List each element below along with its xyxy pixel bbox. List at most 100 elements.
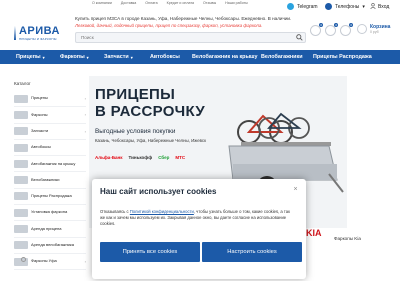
chevron-right-icon: › <box>84 112 86 118</box>
rent-trailer-thumb-icon <box>14 225 28 234</box>
search-icon[interactable] <box>293 33 305 42</box>
catalog-title: Каталог <box>14 81 31 86</box>
header-tagline: Купить прицеп МЗСА в городе Казань, Уфа,… <box>75 16 292 21</box>
catalog-item[interactable]: Аренда прицепа <box>14 221 86 238</box>
catalog-item[interactable]: Прицепы Распродажа <box>14 189 86 206</box>
sale-trailer-thumb-icon <box>14 192 28 201</box>
nav-item-label: Прицепы <box>16 54 41 60</box>
viewed-count: 0 <box>349 23 353 27</box>
nav-item-pricepy[interactable]: Прицепы ▾ <box>16 50 45 64</box>
favorites-icon[interactable]: 0 <box>325 23 338 36</box>
nav-item-label: Велобагажник на крышу <box>192 54 258 60</box>
kia-logo-icon[interactable]: KIA <box>306 228 322 238</box>
bank-logos: Альфа-Банк Тинькофф Сбер МТС <box>95 154 185 161</box>
bank-logo: МТС <box>175 155 186 160</box>
nav-item-roof-rack[interactable]: Велобагажник на крышу <box>192 50 258 64</box>
cookie-modal-title: Наш сайт использует cookies <box>100 187 217 196</box>
search-bar <box>75 32 306 43</box>
banner-title-line1: ПРИЦЕПЫ <box>95 86 176 103</box>
chevron-right-icon: › <box>84 96 86 102</box>
phones-dropdown[interactable]: Телефоны ▾ <box>325 3 365 10</box>
nav-item-label: Автобоксы <box>150 54 180 60</box>
main-nav: Прицепы ▾ Фаркопы ▾ Запчасти ▾ Автобоксы Ве… <box>0 50 400 64</box>
telegram-icon <box>287 3 294 10</box>
top-link[interactable]: Кредит и оплата <box>167 1 194 5</box>
bank-logo: Альфа-Банк <box>95 155 123 160</box>
cart-sum: 0 руб <box>370 30 379 34</box>
catalog-list: Прицепы › Фаркопы › Запчасти › Автобоксы Ав… <box>14 91 86 271</box>
chevron-down-icon: ▾ <box>130 54 133 60</box>
compare-icon[interactable]: 0 <box>310 23 323 36</box>
banner-cities: Казань, Чебоксары, Уфа, Набережные Челны… <box>95 138 207 143</box>
cookie-settings-button[interactable]: Настроить cookies <box>202 242 302 262</box>
top-link[interactable]: Оплата <box>145 1 157 5</box>
catalog-item[interactable]: Запчасти › <box>14 124 86 140</box>
nav-item-label: Запчасти <box>104 54 129 60</box>
catalog-item[interactable]: Велобагажники <box>14 172 86 189</box>
rent-bike-rack-thumb-icon <box>14 241 28 250</box>
privacy-policy-link[interactable]: Политикой конфиденциальности <box>130 209 194 214</box>
viewed-icon[interactable]: 0 <box>340 23 353 36</box>
top-link[interactable]: О компании <box>92 1 112 5</box>
chevron-down-icon: ▾ <box>86 54 89 60</box>
header-tagline-red: Легковой, дачный, лодочный прицепы, приц… <box>75 23 263 28</box>
nav-item-farkopy[interactable]: Фаркопы ▾ <box>60 50 89 64</box>
banner-title: ПРИЦЕПЫ В РАССРОЧКУ <box>95 86 205 120</box>
cookie-modal-text: Отказываясь с Политикой конфиденциальнос… <box>100 209 290 227</box>
chevron-right-icon: › <box>84 259 86 265</box>
logo-mark-icon <box>14 26 16 40</box>
login-link[interactable]: Вход <box>370 3 389 11</box>
compare-count: 0 <box>319 23 323 27</box>
bank-logo: Тинькофф <box>128 155 153 160</box>
logo-name: АРИВА <box>18 24 60 37</box>
top-link[interactable]: Отзывы <box>203 1 216 5</box>
nav-item-zapchasti[interactable]: Запчасти ▾ <box>104 50 133 64</box>
towbar-thumb-icon <box>14 110 28 119</box>
telegram-link[interactable]: Telegram <box>287 3 318 10</box>
catalog-item[interactable]: Прицепы › <box>14 91 86 108</box>
top-link[interactable]: Наши работы <box>225 1 248 5</box>
search-input[interactable] <box>76 35 286 40</box>
chevron-right-icon: › <box>84 128 86 134</box>
brand-card-label[interactable]: Фаркопы Kia <box>334 236 361 241</box>
roof-box-thumb-icon <box>14 143 28 152</box>
phone-icon <box>325 3 332 10</box>
cart-widget[interactable]: Корзина 0 руб <box>357 24 390 34</box>
nav-item-bike-racks[interactable]: Велобагажники <box>261 50 303 64</box>
catalog-item[interactable]: Аренда велобагажника <box>14 238 86 254</box>
phones-label: Телефоны <box>335 3 360 10</box>
install-thumb-icon <box>14 208 28 217</box>
chevron-down-icon: ▾ <box>362 3 365 10</box>
slider-dot[interactable] <box>21 257 26 262</box>
nav-item-avtoboksy[interactable]: Автобоксы <box>150 50 180 64</box>
nav-item-label: Фаркопы <box>60 54 85 60</box>
nav-item-sale[interactable]: Прицепы Распродажа <box>313 50 372 64</box>
bike-rack-thumb-icon <box>14 176 28 185</box>
parts-thumb-icon <box>14 127 28 136</box>
top-link[interactable]: Доставка <box>121 1 136 5</box>
logo-subtitle: ПРИЦЕПЫ И ФАРКОПЫ <box>18 36 57 41</box>
user-icon <box>370 3 376 11</box>
close-icon[interactable]: × <box>291 185 300 194</box>
catalog-item[interactable]: Фаркопы › <box>14 107 86 124</box>
bank-logo: Сбер <box>158 155 170 160</box>
nav-item-label: Велобагажники <box>261 54 303 60</box>
trailer-thumb-icon <box>14 94 28 103</box>
top-links: О компании Доставка Оплата Кредит и опла… <box>92 1 248 5</box>
catalog-item[interactable]: Установка фаркопа <box>14 205 86 222</box>
header-icons: 0 0 0 <box>310 23 353 36</box>
roof-rack-thumb-icon <box>14 159 28 168</box>
login-label: Вход <box>378 4 390 10</box>
site-logo[interactable]: АРИВА ПРИЦЕПЫ И ФАРКОПЫ <box>14 22 60 44</box>
cookie-modal: Наш сайт использует cookies × Отказываяс… <box>92 179 306 279</box>
catalog-item[interactable]: Автобагажник на крышу <box>14 156 86 173</box>
banner-subtitle: Выгодные условия покупки <box>95 128 176 135</box>
nav-item-label: Прицепы Распродажа <box>313 54 372 60</box>
accept-cookies-button[interactable]: Принять все cookies <box>100 242 200 262</box>
telegram-label: Telegram <box>297 3 318 10</box>
cart-icon <box>357 24 367 34</box>
catalog-item[interactable]: Автобоксы <box>14 140 86 157</box>
favorites-count: 0 <box>334 23 338 27</box>
banner-title-line2: В РАССРОЧКУ <box>95 103 205 120</box>
chevron-down-icon: ▾ <box>42 54 45 60</box>
